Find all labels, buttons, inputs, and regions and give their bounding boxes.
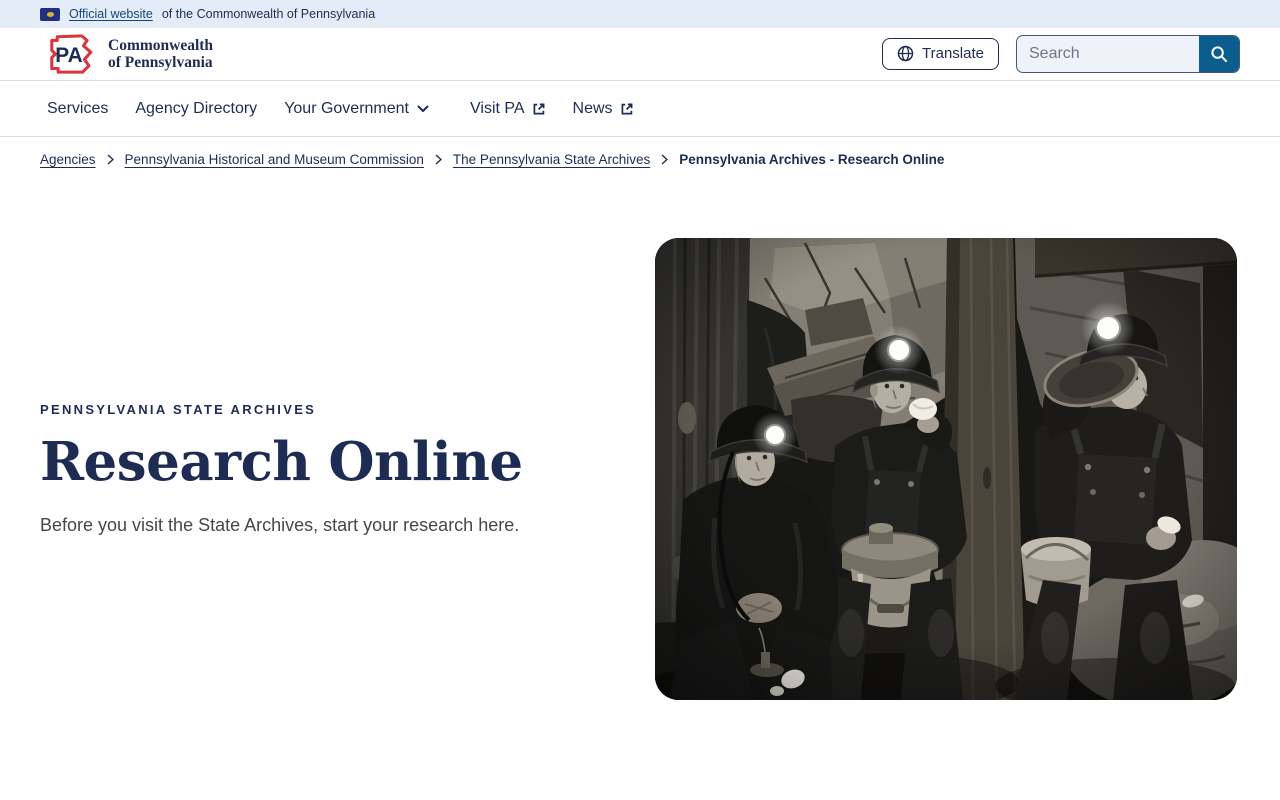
official-website-link[interactable]: Official website bbox=[69, 7, 153, 21]
logo-wordmark: Commonwealth of Pennsylvania bbox=[108, 36, 214, 71]
hero-section: PENNSYLVANIA STATE ARCHIVES Research Onl… bbox=[0, 167, 1280, 700]
breadcrumb-phmc[interactable]: Pennsylvania Historical and Museum Commi… bbox=[125, 152, 424, 167]
banner-text: of the Commonwealth of Pennsylvania bbox=[161, 7, 376, 21]
official-banner: Official website of the Commonwealth of … bbox=[0, 0, 1280, 28]
globe-icon bbox=[897, 45, 914, 62]
miners-photo bbox=[655, 238, 1237, 700]
search-button[interactable] bbox=[1199, 36, 1239, 72]
pa-keystone-map-icon: PA bbox=[50, 34, 93, 74]
chevron-right-icon bbox=[107, 154, 114, 165]
pa-logo[interactable]: PA Commonwealth of Pennsylvania bbox=[40, 32, 213, 76]
nav-item-agency-directory[interactable]: Agency Directory bbox=[135, 100, 257, 118]
translate-button[interactable]: Translate bbox=[882, 38, 999, 70]
nav-item-visit-pa[interactable]: Visit PA bbox=[470, 100, 546, 118]
breadcrumb: Agencies Pennsylvania Historical and Mus… bbox=[0, 137, 1280, 167]
nav-item-services[interactable]: Services bbox=[47, 100, 108, 118]
pa-monogram: PA bbox=[55, 44, 82, 67]
search-icon bbox=[1211, 46, 1227, 62]
translate-label: Translate bbox=[922, 45, 984, 62]
external-link-icon bbox=[533, 103, 544, 114]
chevron-down-icon bbox=[417, 105, 429, 112]
search-input[interactable] bbox=[1017, 36, 1199, 72]
breadcrumb-current-page: Pennsylvania Archives - Research Online bbox=[679, 152, 945, 167]
primary-nav: Services Agency Directory Your Governmen… bbox=[0, 81, 1280, 137]
site-search bbox=[1016, 35, 1240, 73]
nav-item-your-government[interactable]: Your Government bbox=[284, 100, 429, 118]
nav-item-news[interactable]: News bbox=[573, 100, 634, 118]
chevron-right-icon bbox=[435, 154, 442, 165]
external-link-icon bbox=[621, 103, 633, 114]
eyebrow-label: PENNSYLVANIA STATE ARCHIVES bbox=[40, 402, 317, 418]
chevron-right-icon bbox=[661, 154, 669, 165]
page-title: Research Online bbox=[40, 431, 523, 494]
breadcrumb-agencies[interactable]: Agencies bbox=[40, 152, 96, 167]
breadcrumb-state-archives[interactable]: The Pennsylvania State Archives bbox=[453, 152, 650, 167]
site-header: PA Commonwealth of Pennsylvania Translat… bbox=[0, 28, 1280, 81]
pa-flag-icon bbox=[40, 7, 60, 21]
page-subtitle: Before you visit the State Archives, sta… bbox=[40, 514, 520, 535]
